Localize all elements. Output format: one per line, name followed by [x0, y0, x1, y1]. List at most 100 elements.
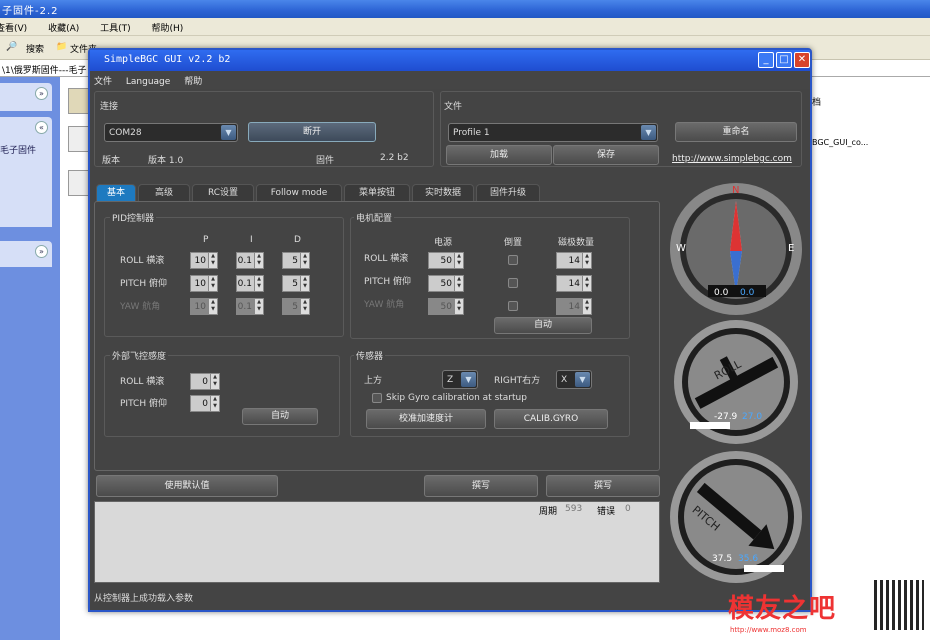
calib-acc-button[interactable]: 校准加速度计: [366, 409, 486, 429]
sensor-right-value: X: [561, 375, 568, 385]
error-label: 错误: [597, 507, 616, 517]
bg-file-label: 档: [812, 98, 822, 108]
bg-task-panel-3: »: [0, 241, 52, 267]
minimize-button[interactable]: _: [758, 52, 774, 68]
file-icon[interactable]: [68, 170, 90, 196]
background-menubar: 查看(V) 收藏(A) 工具(T) 帮助(H): [0, 18, 930, 36]
roll-value-right: 27.0: [742, 412, 762, 422]
chevron-down-icon: ▼: [461, 372, 476, 387]
yaw-gauge: W E N 0.0 0.0: [670, 183, 802, 315]
write-button[interactable]: 撰写: [546, 475, 660, 497]
external-roll-input[interactable]: 0 ▲ ▼: [190, 373, 220, 390]
tab-bar: 基本 高级 RC设置 Follow mode 菜单按钮 实时数据 固件升级: [96, 184, 656, 201]
motor-roll-poles[interactable]: 14 ▲ ▼: [556, 252, 592, 269]
bg-menu-view[interactable]: 查看(V): [0, 24, 27, 34]
tab-realtime[interactable]: 实时数据: [412, 184, 474, 201]
motor-yaw-power: 50 ▲ ▼: [428, 298, 464, 315]
pid-pitch-i[interactable]: 0.1 ▲ ▼: [236, 275, 264, 292]
pitch-value-left: 37.5: [712, 554, 732, 564]
external-title: 外部飞控感度: [110, 349, 169, 362]
period-label: 周期: [539, 507, 558, 517]
bg-menu-help[interactable]: 帮助(H): [152, 24, 184, 34]
skip-gyro-label: Skip Gyro calibration at startup: [386, 393, 527, 403]
connection-title: 连接: [100, 102, 119, 112]
sensor-top-label: 上方: [364, 376, 383, 386]
motor-col-invert: 倒置: [504, 238, 523, 248]
pid-roll-d[interactable]: 5 ▲ ▼: [282, 252, 310, 269]
motor-yaw-invert-checkbox[interactable]: [508, 301, 518, 311]
yaw-n-label: N: [732, 185, 739, 196]
sensor-right-select[interactable]: X ▼: [556, 370, 592, 389]
website-link[interactable]: http://www.simplebgc.com: [672, 154, 792, 164]
sensor-title: 传感器: [354, 349, 386, 362]
motor-pitch-invert-checkbox[interactable]: [508, 278, 518, 288]
folder-icon[interactable]: [68, 88, 90, 114]
motor-roll-power[interactable]: 50 ▲ ▼: [428, 252, 464, 269]
pitch-gauge: PITCH 37.5 35.6: [670, 451, 802, 583]
profile-select[interactable]: Profile 1 ▼: [448, 123, 658, 142]
rename-button[interactable]: 重命名: [675, 122, 797, 142]
load-button[interactable]: 加载: [446, 145, 552, 165]
save-button[interactable]: 保存: [553, 145, 659, 165]
pid-col-d: D: [294, 235, 301, 245]
motor-pitch-poles[interactable]: 14 ▲ ▼: [556, 275, 592, 292]
tab-menu-buttons[interactable]: 菜单按钮: [344, 184, 410, 201]
chevron-down-icon[interactable]: »: [35, 87, 48, 100]
tab-follow-mode[interactable]: Follow mode: [256, 184, 342, 201]
menu-help[interactable]: 帮助: [184, 77, 202, 87]
watermark: 模友之吧 http://www.moz8.com: [728, 578, 928, 640]
pid-col-i: I: [250, 235, 253, 245]
disconnect-button[interactable]: 断开: [248, 122, 376, 142]
file-icon[interactable]: [68, 126, 90, 152]
bg-search-button[interactable]: 搜索: [26, 42, 44, 55]
pid-roll-label: ROLL 横滚: [120, 256, 165, 266]
sensor-top-select[interactable]: Z ▼: [442, 370, 478, 389]
menu-file[interactable]: 文件: [94, 77, 112, 87]
firmware-label: 固件: [316, 156, 335, 166]
tab-rc-settings[interactable]: RC设置: [192, 184, 254, 201]
chevron-down-icon[interactable]: »: [35, 245, 48, 258]
bg-task-panel-1: »: [0, 83, 52, 111]
pid-pitch-p[interactable]: 10 ▲ ▼: [190, 275, 218, 292]
external-auto-button[interactable]: 自动: [242, 408, 318, 425]
chevron-up-icon[interactable]: «: [35, 121, 48, 134]
maximize-button[interactable]: □: [776, 52, 792, 68]
tab-basic[interactable]: 基本: [96, 184, 136, 201]
close-button[interactable]: ✕: [794, 52, 810, 68]
bg-menu-favorites[interactable]: 收藏(A): [48, 24, 79, 34]
motor-pitch-label: PITCH 俯仰: [364, 277, 411, 287]
motor-roll-invert-checkbox[interactable]: [508, 255, 518, 265]
motor-pitch-power[interactable]: 50 ▲ ▼: [428, 275, 464, 292]
port-value: COM28: [109, 128, 142, 138]
bg-side-text[interactable]: 毛子固件: [0, 143, 36, 156]
motor-title: 电机配置: [354, 211, 395, 224]
pid-col-p: P: [203, 235, 209, 245]
chevron-down-icon: ▼: [641, 125, 656, 140]
motor-col-poles: 磁极数量: [558, 238, 595, 248]
log-area[interactable]: 周期 593 错误 0: [94, 501, 660, 583]
qr-code-icon: [874, 580, 924, 630]
yaw-e-label: E: [788, 243, 794, 254]
tab-firmware-upgrade[interactable]: 固件升级: [476, 184, 540, 201]
external-pitch-input[interactable]: 0 ▲ ▼: [190, 395, 220, 412]
pid-yaw-d: 5 ▲ ▼: [282, 298, 310, 315]
skip-gyro-checkbox[interactable]: [372, 393, 382, 403]
external-pitch-label: PITCH 俯仰: [120, 399, 167, 409]
pid-roll-p[interactable]: 10 ▲ ▼: [190, 252, 218, 269]
watermark-url: http://www.moz8.com: [730, 626, 807, 634]
menubar: 文件 Language 帮助: [90, 71, 810, 89]
calib-gyro-button[interactable]: CALIB.GYRO: [494, 409, 608, 429]
window-body: 连接 COM28 ▼ 断开 版本 版本 1.0 固件 2.2 b2 文件 Prof…: [90, 89, 810, 610]
port-select[interactable]: COM28 ▼: [104, 123, 238, 142]
read-button[interactable]: 撰写: [424, 475, 538, 497]
bg-task-panel-2: « 毛子固件: [0, 117, 52, 227]
pid-roll-i[interactable]: 0.1 ▲ ▼: [236, 252, 264, 269]
motor-yaw-poles: 14 ▲ ▼: [556, 298, 592, 315]
menu-language[interactable]: Language: [126, 77, 170, 87]
use-defaults-button[interactable]: 使用默认值: [96, 475, 278, 497]
bg-menu-tools[interactable]: 工具(T): [100, 24, 131, 34]
pid-pitch-d[interactable]: 5 ▲ ▼: [282, 275, 310, 292]
version-value: 版本 1.0: [148, 156, 184, 166]
tab-advanced[interactable]: 高级: [138, 184, 190, 201]
motor-auto-button[interactable]: 自动: [494, 317, 592, 334]
